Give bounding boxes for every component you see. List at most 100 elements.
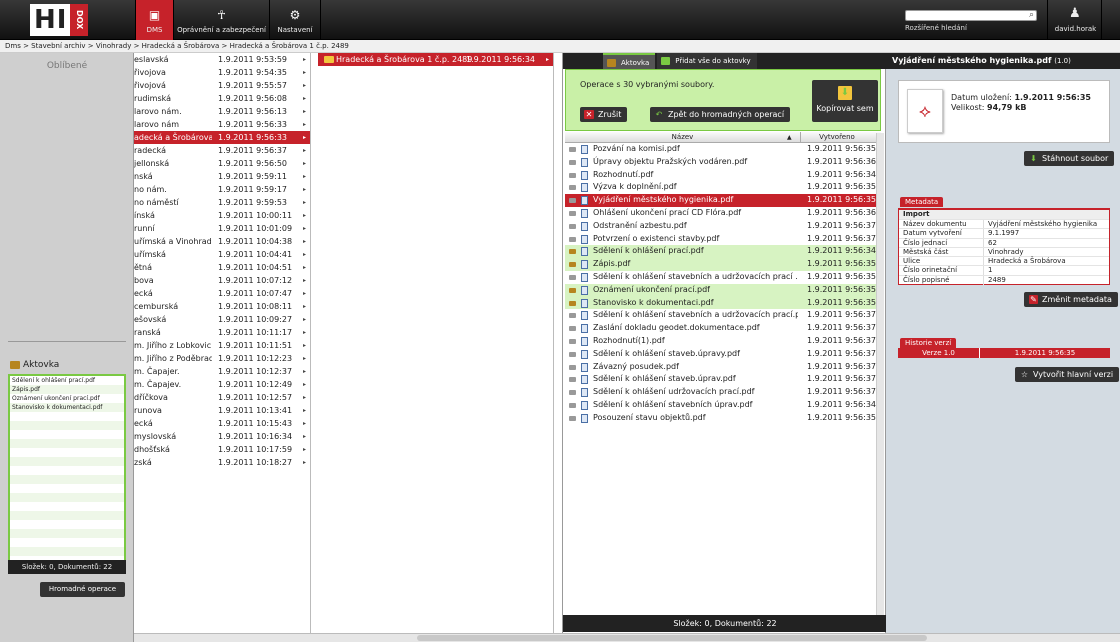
chevron-right-icon: ▸ <box>302 303 306 310</box>
breadcrumb[interactable]: Dms > Stavební archiv > Vinohrady > Hrad… <box>0 40 1120 53</box>
file-name: Výzva k doplnění.pdf <box>593 182 677 192</box>
folder-name: ínská <box>134 211 155 220</box>
folder-row[interactable]: nská 1.9.2011 9:59:11 ▸ <box>134 170 310 183</box>
folder-row[interactable]: m. Čapajev. 1.9.2011 10:12:49 ▸ <box>134 378 310 391</box>
folder-row[interactable]: ranská 1.9.2011 10:11:17 ▸ <box>134 326 310 339</box>
file-row[interactable]: Rozhodnutí(1).pdf 1.9.2011 9:56:37 <box>565 335 881 348</box>
file-row[interactable]: Sdělení k ohlášení staveb.úpravy.pdf 1.9.… <box>565 348 881 361</box>
sort-asc-icon[interactable]: ▲ <box>787 132 792 143</box>
file-row[interactable]: Zaslání dokladu geodet.dokumentace.pdf 1.… <box>565 322 881 335</box>
column-name[interactable]: Název <box>565 132 801 143</box>
nav-settings[interactable]: ⚙ Nastavení <box>269 0 321 40</box>
folder-row[interactable]: Hradecká a Šrobárova 1 č.p. 2489 1.9.2011… <box>318 53 553 66</box>
folder-row[interactable]: m. Jiřího z Lobkovic 1.9.2011 10:11:51 ▸ <box>134 339 310 352</box>
folder-row[interactable]: ínská 1.9.2011 10:00:11 ▸ <box>134 209 310 222</box>
file-row[interactable]: Potvrzení o existenci stavby.pdf 1.9.2011… <box>565 233 881 246</box>
cancel-button[interactable]: ✕ Zrušit <box>580 107 628 122</box>
file-row[interactable]: Ohlášení ukončení prací CD Flóra.pdf 1.9.… <box>565 207 881 220</box>
folder-row[interactable]: runní 1.9.2011 10:01:09 ▸ <box>134 222 310 235</box>
folder-row[interactable]: bova 1.9.2011 10:07:12 ▸ <box>134 274 310 287</box>
folder-row[interactable]: no nám. 1.9.2011 9:59:17 ▸ <box>134 183 310 196</box>
aktovka-item[interactable]: Zápis.pdf <box>10 385 124 394</box>
folder-row[interactable]: zská 1.9.2011 10:18:27 ▸ <box>134 456 310 469</box>
file-row[interactable]: Úpravy objektu Pražských vodáren.pdf 1.9.… <box>565 156 881 169</box>
folder-row[interactable]: rudimská 1.9.2011 9:56:08 ▸ <box>134 92 310 105</box>
file-row[interactable]: Pozvání na komisi.pdf 1.9.2011 9:56:35 <box>565 143 881 156</box>
bulk-operations-button[interactable]: Hromadné operace <box>40 582 125 597</box>
folder-row[interactable]: dříčkova 1.9.2011 10:12:57 ▸ <box>134 391 310 404</box>
folder-row[interactable]: no náměstí 1.9.2011 9:59:53 ▸ <box>134 196 310 209</box>
file-row[interactable]: Oznámení ukončení prací.pdf 1.9.2011 9:56… <box>565 283 881 297</box>
history-row[interactable]: Verze 1.0 1.9.2011 9:56:35 <box>898 348 1110 358</box>
chevron-right-icon: ▸ <box>302 459 306 466</box>
folder-row[interactable]: larovo nám. 1.9.2011 9:56:13 ▸ <box>134 105 310 118</box>
file-table: Pozvání na komisi.pdf 1.9.2011 9:56:35 Úpr… <box>565 143 881 425</box>
download-button[interactable]: ⬇ Stáhnout soubor <box>1024 151 1115 166</box>
folder-date: 1.9.2011 9:59:53 <box>218 198 288 207</box>
folder-name: no náměstí <box>134 198 179 207</box>
folder-row[interactable]: runova 1.9.2011 10:13:41 ▸ <box>134 404 310 417</box>
advanced-search-link[interactable]: Rozšířené hledání <box>905 24 967 32</box>
search-icon[interactable]: ⌕ <box>1029 10 1034 20</box>
lock-icon <box>569 147 576 152</box>
folder-row[interactable]: m. Čapajer. 1.9.2011 10:12:37 ▸ <box>134 365 310 378</box>
create-version-button[interactable]: ☆ Vytvořit hlavní verzi <box>1015 367 1120 382</box>
file-row[interactable]: Sdělení k ohlášení stavebních úprav.pdf 1… <box>565 399 881 412</box>
file-row[interactable]: Sdělení k ohlášení stavebních a udržovac… <box>565 309 881 322</box>
search-input[interactable]: ⌕ <box>905 10 1037 21</box>
folder-row[interactable]: m. Jiřího z Poděbrad 1.9.2011 10:12:23 ▸ <box>134 352 310 365</box>
horizontal-scrollbar[interactable] <box>134 633 1120 642</box>
file-row[interactable]: Sdělení k ohlášení staveb.úprav.pdf 1.9.2… <box>565 373 881 386</box>
folder-row[interactable]: uřímská a Vinohradská 1.9.2011 10:04:38 ▸ <box>134 235 310 248</box>
file-row[interactable]: Odstranění azbestu.pdf 1.9.2011 9:56:37 <box>565 220 881 233</box>
nav-dms[interactable]: ▣ DMS <box>135 0 173 40</box>
user-icon: ♟ <box>1069 6 1081 21</box>
file-row[interactable]: Sdělení k ohlášení udržovacích prací.pdf… <box>565 386 881 399</box>
folder-row[interactable]: eslavská 1.9.2011 9:53:59 ▸ <box>134 53 310 66</box>
file-row[interactable]: Zápis.pdf 1.9.2011 9:56:35 <box>565 258 881 271</box>
file-row[interactable]: Posouzení stavu objektů.pdf 1.9.2011 9:56… <box>565 412 881 425</box>
folder-row[interactable]: ešovská 1.9.2011 10:09:27 ▸ <box>134 313 310 326</box>
file-row[interactable]: Výzva k doplnění.pdf 1.9.2011 9:56:35 <box>565 181 881 194</box>
aktovka-list[interactable]: Sdělení k ohlášení prací.pdf Zápis.pdf O… <box>8 374 126 574</box>
folder-row[interactable]: ecká 1.9.2011 10:07:47 ▸ <box>134 287 310 300</box>
vertical-scrollbar[interactable] <box>876 133 884 615</box>
folder-row[interactable]: dhošťská 1.9.2011 10:17:59 ▸ <box>134 443 310 456</box>
user-menu[interactable]: ♟ david.horak <box>1047 0 1102 40</box>
folder-row[interactable]: adecká a Šrobárova 1.9.2011 9:56:33 ▸ <box>134 131 310 144</box>
file-row[interactable]: Stanovisko k dokumentaci.pdf 1.9.2011 9:5… <box>565 296 881 310</box>
folder-row[interactable]: řivojova 1.9.2011 9:54:35 ▸ <box>134 66 310 79</box>
lock-icon <box>569 390 576 396</box>
folder-row[interactable]: uřímská 1.9.2011 10:04:41 ▸ <box>134 248 310 261</box>
folder-row[interactable]: ětná 1.9.2011 10:04:51 ▸ <box>134 261 310 274</box>
file-date: 1.9.2011 9:56:35 <box>807 259 877 269</box>
folder-row[interactable]: jellonská 1.9.2011 9:56:50 ▸ <box>134 157 310 170</box>
column-created[interactable]: Vytvořeno <box>802 132 872 143</box>
metadata-value: 2489 <box>983 275 1006 286</box>
nav-security[interactable]: ☥ Oprávnění a zabezpečení <box>173 0 269 40</box>
folder-row[interactable]: myslovská 1.9.2011 10:16:34 ▸ <box>134 430 310 443</box>
file-row[interactable]: Závazný posudek.pdf 1.9.2011 9:56:37 <box>565 361 881 374</box>
aktovka-item[interactable]: Sdělení k ohlášení prací.pdf <box>10 376 124 385</box>
folder-row[interactable]: cemburská 1.9.2011 10:08:11 ▸ <box>134 300 310 313</box>
favorites-label[interactable]: Oblíbené <box>0 61 134 71</box>
folder-row[interactable]: ecká 1.9.2011 10:15:43 ▸ <box>134 417 310 430</box>
tab-add-all[interactable]: Přidat vše do aktovky <box>657 53 757 69</box>
scrollbar-thumb[interactable] <box>417 635 927 641</box>
back-to-bulk-button[interactable]: ↶ Zpět do hromadných operací <box>650 107 791 122</box>
folder-name: zská <box>134 458 152 467</box>
tab-history[interactable]: Historie verzí <box>900 338 957 348</box>
folder-row[interactable]: larovo nám 1.9.2011 9:56:33 ▸ <box>134 118 310 131</box>
change-metadata-button[interactable]: ✎ Změnit metadata <box>1024 292 1118 307</box>
file-row[interactable]: Sdělení k ohlášení prací.pdf 1.9.2011 9:5… <box>565 245 881 259</box>
file-row[interactable]: Sdělení k ohlášení stavebních a udržovac… <box>565 271 881 284</box>
aktovka-item[interactable]: Stanovisko k dokumentaci.pdf <box>10 403 124 412</box>
file-row[interactable]: Rozhodnutí.pdf 1.9.2011 9:56:34 <box>565 169 881 182</box>
folder-row[interactable]: radecká 1.9.2011 9:56:37 ▸ <box>134 144 310 157</box>
tab-metadata[interactable]: Metadata <box>900 197 944 207</box>
aktovka-item[interactable]: Oznámení ukončení prací.pdf <box>10 394 124 403</box>
file-row[interactable]: Vyjádření městského hygienika.pdf 1.9.201… <box>565 194 881 207</box>
copy-here-button[interactable]: ⬇ Kopírovat sem <box>812 80 878 122</box>
tab-aktovka[interactable]: Aktovka <box>603 53 656 69</box>
folder-row[interactable]: řivojová 1.9.2011 9:55:57 ▸ <box>134 79 310 92</box>
